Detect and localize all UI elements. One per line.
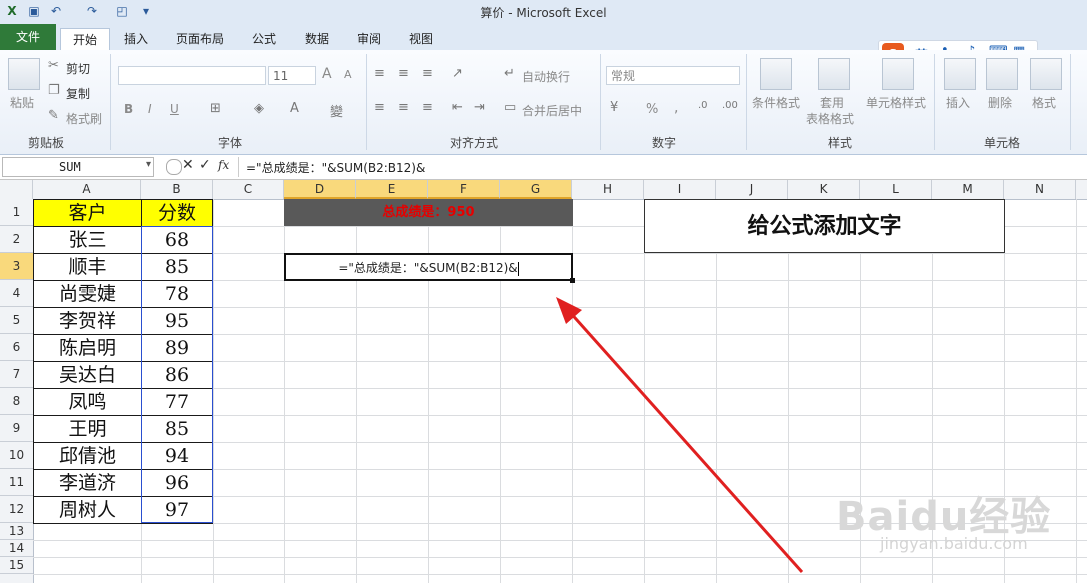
watermark-url: jingyan.baidu.com [880,534,1028,553]
